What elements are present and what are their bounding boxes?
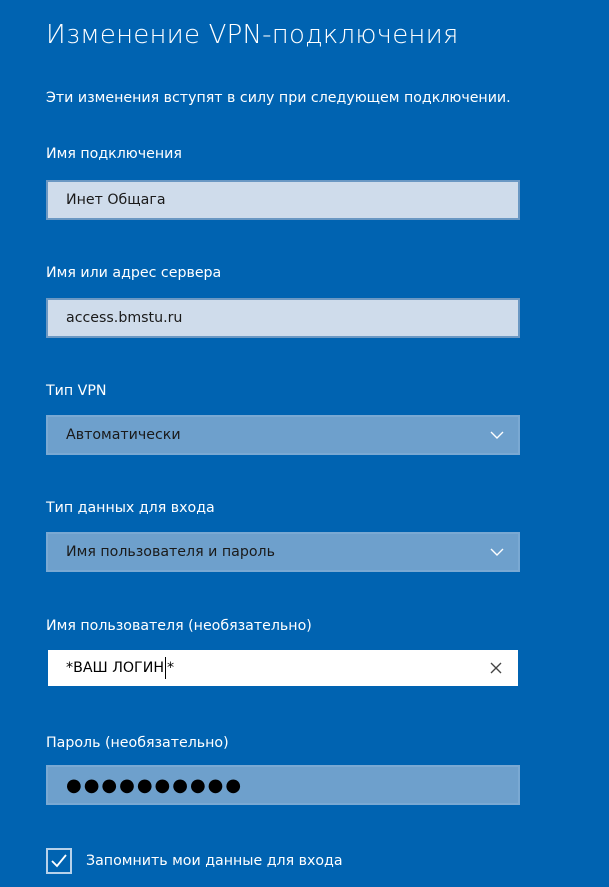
chevron-down-icon	[490, 548, 504, 556]
signin-type-value: Имя пользователя и пароль	[66, 544, 275, 560]
password-label: Пароль (необязательно)	[46, 735, 229, 751]
clear-icon[interactable]	[488, 660, 504, 676]
checkmark-icon	[51, 854, 67, 868]
chevron-down-icon	[490, 431, 504, 439]
vpn-type-dropdown[interactable]: Автоматически	[46, 415, 520, 455]
connection-name-label: Имя подключения	[46, 146, 182, 162]
vpn-type-label: Тип VPN	[46, 383, 107, 399]
connection-name-input[interactable]: Инет Общага	[46, 180, 520, 220]
username-value-tail: *	[166, 660, 175, 676]
edit-vpn-connection-panel: Изменение VPN-подключения Эти изменения …	[0, 0, 609, 887]
password-value: ●●●●●●●●●●	[66, 774, 244, 796]
remember-row[interactable]: Запомнить мои данные для входа	[46, 848, 343, 874]
password-input[interactable]: ●●●●●●●●●●	[46, 765, 520, 805]
server-value: access.bmstu.ru	[66, 310, 183, 326]
connection-name-value: Инет Общага	[66, 192, 166, 208]
username-label: Имя пользователя (необязательно)	[46, 618, 312, 634]
signin-type-label: Тип данных для входа	[46, 500, 215, 516]
info-note: Эти изменения вступят в силу при следующ…	[46, 90, 511, 106]
username-input[interactable]: *ВАШ ЛОГИН *	[46, 648, 520, 688]
vpn-type-value: Автоматически	[66, 427, 181, 443]
text-caret	[164, 657, 166, 679]
username-value: *ВАШ ЛОГИН	[66, 660, 164, 676]
remember-checkbox[interactable]	[46, 848, 72, 874]
signin-type-dropdown[interactable]: Имя пользователя и пароль	[46, 532, 520, 572]
server-label: Имя или адрес сервера	[46, 265, 222, 281]
remember-label: Запомнить мои данные для входа	[86, 853, 343, 869]
page-title: Изменение VPN-подключения	[46, 20, 459, 50]
server-input[interactable]: access.bmstu.ru	[46, 298, 520, 338]
